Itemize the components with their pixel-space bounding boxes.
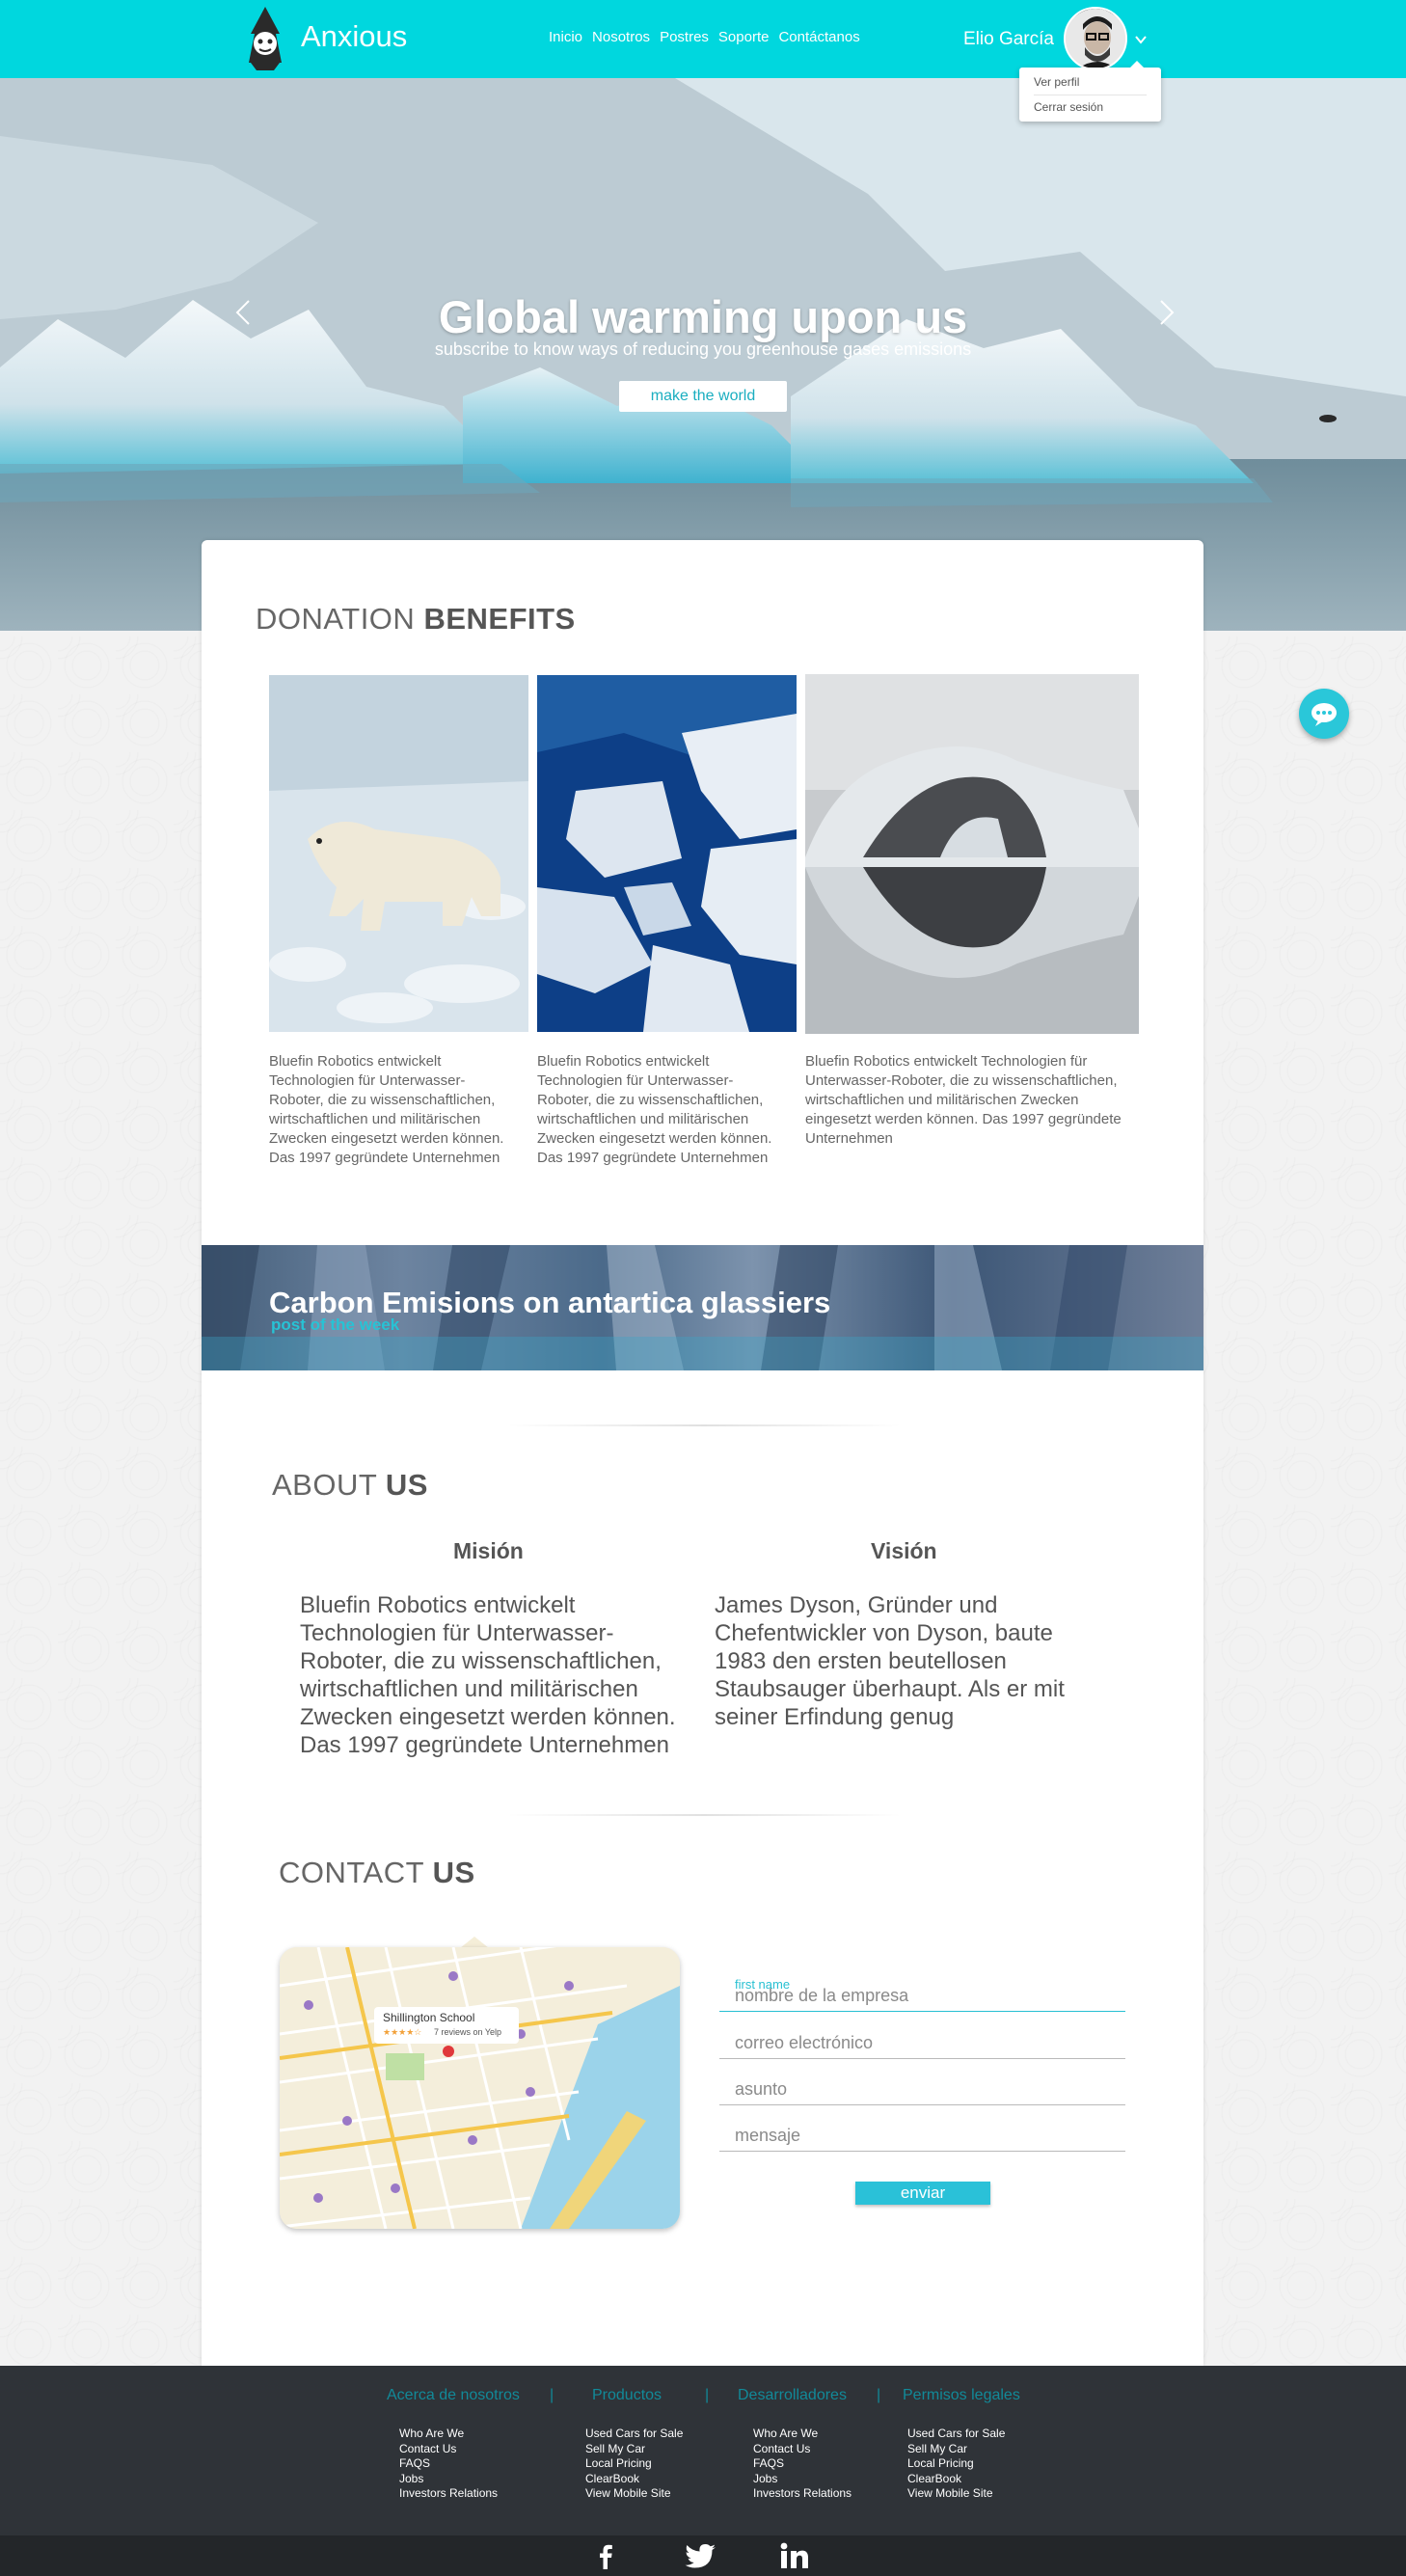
vision-heading: Visión [871,1538,937,1563]
company-name-field[interactable]: nombre de la empresa [719,1983,1125,2012]
contact-title: CONTACT US [279,1856,475,1890]
mision-heading: Misión [453,1538,524,1563]
map-image [280,1947,680,2229]
footer-links-products: Used Cars for Sale Sell My Car Local Pri… [585,2427,683,2502]
main-content-card: DONATION BENEFITS Bluefin Robotics entwi… [202,540,1203,2366]
photo-polar-bear [269,675,528,1032]
subject-placeholder: asunto [735,2079,788,2099]
footer-separator: | [877,2387,881,2403]
about-title-bold: US [385,1468,428,1502]
site-footer: Acerca de nosotros | Productos | Desarro… [0,2366,1406,2576]
footer-link[interactable]: View Mobile Site [907,2486,1005,2502]
contact-title-light: CONTACT [279,1856,424,1889]
footer-link[interactable]: Contact Us [753,2442,852,2457]
mision-text: Bluefin Robotics entwickelt Technologien… [300,1592,676,1758]
contact-title-bold: US [432,1856,475,1889]
photo-iceberg-reflection [805,674,1139,1034]
user-dropdown: Ver perfil Cerrar sesión [1019,61,1161,122]
footer-separator: | [550,2387,554,2403]
footer-link[interactable]: Sell My Car [585,2442,683,2457]
message-field[interactable]: mensaje [719,2123,1125,2152]
footer-separator: | [705,2387,710,2403]
footer-link[interactable]: Local Pricing [585,2456,683,2472]
map-reviews: 7 reviews on Yelp [434,2027,502,2037]
main-nav: Inicio Nosotros Postres Soporte Contácta… [549,29,860,45]
footer-heading-about[interactable]: Acerca de nosotros [387,2387,520,2404]
linkedin-icon[interactable] [778,2541,813,2570]
location-map[interactable]: Shillington School ★★★★☆ 7 reviews on Ye… [280,1947,680,2229]
section-divider [506,1424,902,1426]
footer-link[interactable]: FAQS [753,2456,852,2472]
benefits-title-bold: BENEFITS [423,602,576,636]
nav-soporte[interactable]: Soporte [718,29,770,45]
benefit-text-2: Bluefin Robotics entwickelt Technologien… [537,1053,772,1166]
footer-links-developers: Who Are We Contact Us FAQS Jobs Investor… [753,2427,852,2502]
footer-links-about: Who Are We Contact Us FAQS Jobs Investor… [399,2427,498,2502]
hero-subtitle: subscribe to know ways of reducing you g… [434,339,972,359]
footer-link[interactable]: Used Cars for Sale [585,2427,683,2442]
send-button[interactable]: enviar [855,2182,990,2205]
photo-ice-floes [537,675,797,1032]
footer-link[interactable]: Jobs [399,2472,498,2487]
subject-field[interactable]: asunto [719,2076,1125,2105]
footer-link[interactable]: ClearBook [585,2472,683,2487]
footer-link[interactable]: Used Cars for Sale [907,2427,1005,2442]
chevron-down-icon[interactable] [1134,33,1148,46]
brand-name[interactable]: Anxious [301,19,407,54]
section-divider [506,1814,902,1816]
avatar-portrait [1066,9,1125,68]
user-name[interactable]: Elio García [963,29,1054,50]
nav-inicio[interactable]: Inicio [549,29,582,45]
nav-postres[interactable]: Postres [660,29,709,45]
vision-text: James Dyson, Gründer und Chefentwickler … [715,1592,1065,1730]
footer-link[interactable]: Jobs [753,2472,852,2487]
benefits-title-light: DONATION [256,602,416,636]
nav-contactanos[interactable]: Contáctanos [778,29,859,45]
message-placeholder: mensaje [735,2126,801,2145]
about-title-light: ABOUT [272,1468,377,1502]
map-place-name: Shillington School [383,2011,475,2024]
menu-ver-perfil[interactable]: Ver perfil [1034,75,1079,89]
make-the-world-button[interactable]: make the world [619,381,787,412]
chat-bubble-icon [1311,703,1337,726]
social-bar [0,2535,1406,2576]
top-header: Anxious Inicio Nosotros Postres Soporte … [0,0,1406,78]
email-placeholder: correo electrónico [735,2033,874,2052]
footer-link[interactable]: Who Are We [399,2427,498,2442]
footer-heading-developers[interactable]: Desarrolladores [738,2387,847,2404]
benefit-text-3: Bluefin Robotics entwickelt Technologien… [805,1053,1122,1147]
map-rating-stars: ★★★★☆ [383,2027,422,2037]
footer-link[interactable]: ClearBook [907,2472,1005,2487]
menu-cerrar-sesion[interactable]: Cerrar sesión [1034,100,1103,114]
footer-heading-legal[interactable]: Permisos legales [903,2387,1020,2404]
footer-link[interactable]: Investors Relations [399,2486,498,2502]
footer-link[interactable]: Local Pricing [907,2456,1005,2472]
footer-link[interactable]: Investors Relations [753,2486,852,2502]
banner-subtitle: post of the week [271,1315,400,1334]
footer-link[interactable]: Contact Us [399,2442,498,2457]
avatar[interactable] [1064,7,1127,70]
footer-link[interactable]: View Mobile Site [585,2486,683,2502]
footer-link[interactable]: FAQS [399,2456,498,2472]
facebook-icon[interactable] [588,2541,623,2570]
chat-fab-button[interactable] [1299,689,1349,739]
hero-title: Global warming upon us [438,291,968,342]
benefit-text-1: Bluefin Robotics entwickelt Technologien… [269,1053,504,1166]
company-name-placeholder: nombre de la empresa [735,1986,909,2005]
logo-icon[interactable] [243,5,287,72]
benefits-title: DONATION BENEFITS [256,602,576,637]
post-of-week-banner[interactable]: Carbon Emisions on antartica glassiers p… [202,1245,1203,1370]
about-title: ABOUT US [272,1468,428,1503]
footer-links-legal: Used Cars for Sale Sell My Car Local Pri… [907,2427,1005,2502]
twitter-icon[interactable] [684,2541,718,2570]
nav-nosotros[interactable]: Nosotros [592,29,650,45]
footer-link[interactable]: Who Are We [753,2427,852,2442]
footer-heading-products[interactable]: Productos [592,2387,662,2404]
footer-link[interactable]: Sell My Car [907,2442,1005,2457]
email-field[interactable]: correo electrónico [719,2030,1125,2059]
